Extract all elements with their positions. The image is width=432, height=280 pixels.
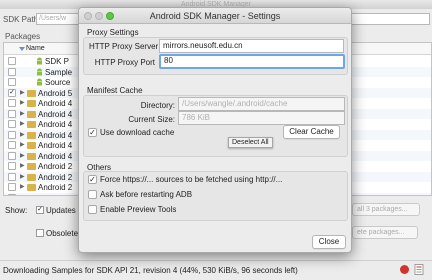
force-https-checkbox[interactable]: ✓ <box>88 175 97 184</box>
package-checkbox[interactable] <box>8 67 16 76</box>
package-checkbox[interactable] <box>8 162 16 170</box>
expand-arrow-icon[interactable]: ▶ <box>20 141 25 148</box>
sdk-path-field-tail[interactable] <box>346 13 430 25</box>
package-name: Android 2 <box>38 162 73 171</box>
expand-arrow-icon[interactable]: ▶ <box>20 183 25 190</box>
settings-dialog: Android SDK Manager - Settings Proxy Set… <box>78 7 352 253</box>
android-icon <box>37 68 42 75</box>
folder-icon <box>27 194 36 195</box>
ask-restart-adb-label: Ask before restarting ADB <box>100 190 193 199</box>
folder-icon <box>27 100 36 107</box>
cache-size-field: 786 KiB <box>178 111 345 125</box>
proxy-server-label: HTTP Proxy Server <box>89 42 159 51</box>
deselect-all-tooltip: Deselect All <box>228 137 273 148</box>
package-name: Android 5 <box>38 88 73 98</box>
package-checkbox[interactable] <box>8 193 16 195</box>
obsolete-checkbox[interactable] <box>36 229 44 237</box>
sdk-path-label: SDK Path: <box>3 14 41 24</box>
sdk-path-field[interactable]: /Users/w <box>36 13 81 25</box>
package-name: Android 4 <box>38 141 73 150</box>
sort-icon <box>19 47 25 51</box>
install-packages-button[interactable]: all 3 packages... <box>352 203 420 216</box>
package-name: Android 4 <box>38 130 73 140</box>
directory-label: Directory: <box>140 101 175 110</box>
status-bar: Downloading Samples for SDK API 21, revi… <box>0 260 432 280</box>
enable-preview-tools-checkbox[interactable] <box>88 205 97 214</box>
android-icon <box>37 78 42 86</box>
expand-arrow-icon[interactable]: ▶ <box>20 173 25 180</box>
updates-label: Updates <box>46 206 76 215</box>
proxy-section-title: Proxy Settings <box>87 28 139 37</box>
expand-arrow-icon[interactable]: ▶ <box>20 120 25 127</box>
cache-directory-field: /Users/wangle/.android/cache <box>178 97 345 111</box>
use-download-cache-label: Use download cache <box>100 128 175 137</box>
folder-icon <box>27 89 36 97</box>
folder-icon <box>27 110 36 118</box>
expand-arrow-icon[interactable]: ▶ <box>20 89 25 96</box>
expand-arrow-icon[interactable]: ▶ <box>20 131 25 138</box>
obsolete-label: Obsolete <box>46 229 79 238</box>
proxy-port-label: HTTP Proxy Port <box>94 58 155 67</box>
package-name: Android 4 <box>38 120 73 129</box>
package-name: Android 2 <box>38 183 73 192</box>
proxy-port-input[interactable]: 80 <box>159 54 345 69</box>
package-checkbox[interactable] <box>8 57 16 65</box>
package-checkbox[interactable] <box>8 151 16 160</box>
expand-arrow-icon[interactable]: ▶ <box>20 152 25 159</box>
log-icon[interactable] <box>414 264 424 275</box>
package-checkbox[interactable] <box>8 141 16 149</box>
ask-restart-adb-checkbox[interactable] <box>88 190 97 199</box>
folder-icon <box>27 173 36 181</box>
dialog-title: Android SDK Manager - Settings <box>149 11 281 21</box>
cache-section-title: Manifest Cache <box>87 86 143 95</box>
package-name: Extras <box>38 194 61 196</box>
package-checkbox[interactable]: ✓ <box>8 88 16 97</box>
force-https-label: Force https://... sources to be fetched … <box>100 175 283 184</box>
name-column-header[interactable]: Name <box>26 45 45 52</box>
folder-icon <box>27 163 36 170</box>
package-name: Sample <box>45 67 73 77</box>
dialog-titlebar: Android SDK Manager - Settings <box>79 8 351 24</box>
sdk-path-row: SDK Path: /Users/w <box>3 13 81 25</box>
package-checkbox[interactable] <box>8 78 16 86</box>
updates-checkbox[interactable]: ✓ <box>36 206 44 214</box>
folder-icon <box>27 152 36 160</box>
package-name: Android 4 <box>38 151 73 161</box>
folder-icon <box>27 131 36 139</box>
package-name: Android 2 <box>38 172 73 182</box>
proxy-server-input[interactable]: mirrors.neusoft.edu.cn <box>159 39 344 53</box>
package-checkbox[interactable] <box>8 172 16 181</box>
stop-icon[interactable] <box>400 265 409 274</box>
use-download-cache-checkbox[interactable]: ✓ <box>88 128 97 137</box>
expand-arrow-icon[interactable]: ▶ <box>20 162 25 169</box>
folder-icon <box>27 121 36 128</box>
package-checkbox[interactable] <box>8 99 16 107</box>
android-icon <box>37 57 42 65</box>
package-name: Android 4 <box>38 99 73 108</box>
folder-icon <box>27 142 36 149</box>
package-name: Android 4 <box>38 109 73 119</box>
delete-packages-button[interactable]: ete packages... <box>352 226 418 239</box>
clear-cache-button[interactable]: Clear Cache <box>283 125 340 139</box>
package-checkbox[interactable] <box>8 183 16 191</box>
packages-label: Packages <box>5 32 41 41</box>
show-label: Show: <box>5 206 28 215</box>
package-name: SDK P <box>45 57 70 66</box>
expand-arrow-icon[interactable]: ▶ <box>20 110 25 117</box>
expand-arrow-icon[interactable]: ▶ <box>20 194 25 196</box>
package-name: Source <box>45 78 71 87</box>
current-size-label: Current Size: <box>128 115 175 124</box>
expand-arrow-icon[interactable]: ▶ <box>20 99 25 106</box>
package-checkbox[interactable] <box>8 130 16 139</box>
close-button[interactable]: Close <box>312 235 346 249</box>
download-status-text: Downloading Samples for SDK API 21, revi… <box>3 266 298 275</box>
folder-icon <box>27 184 36 191</box>
package-checkbox[interactable] <box>8 120 16 128</box>
package-checkbox[interactable] <box>8 109 16 118</box>
enable-preview-tools-label: Enable Preview Tools <box>100 205 177 214</box>
